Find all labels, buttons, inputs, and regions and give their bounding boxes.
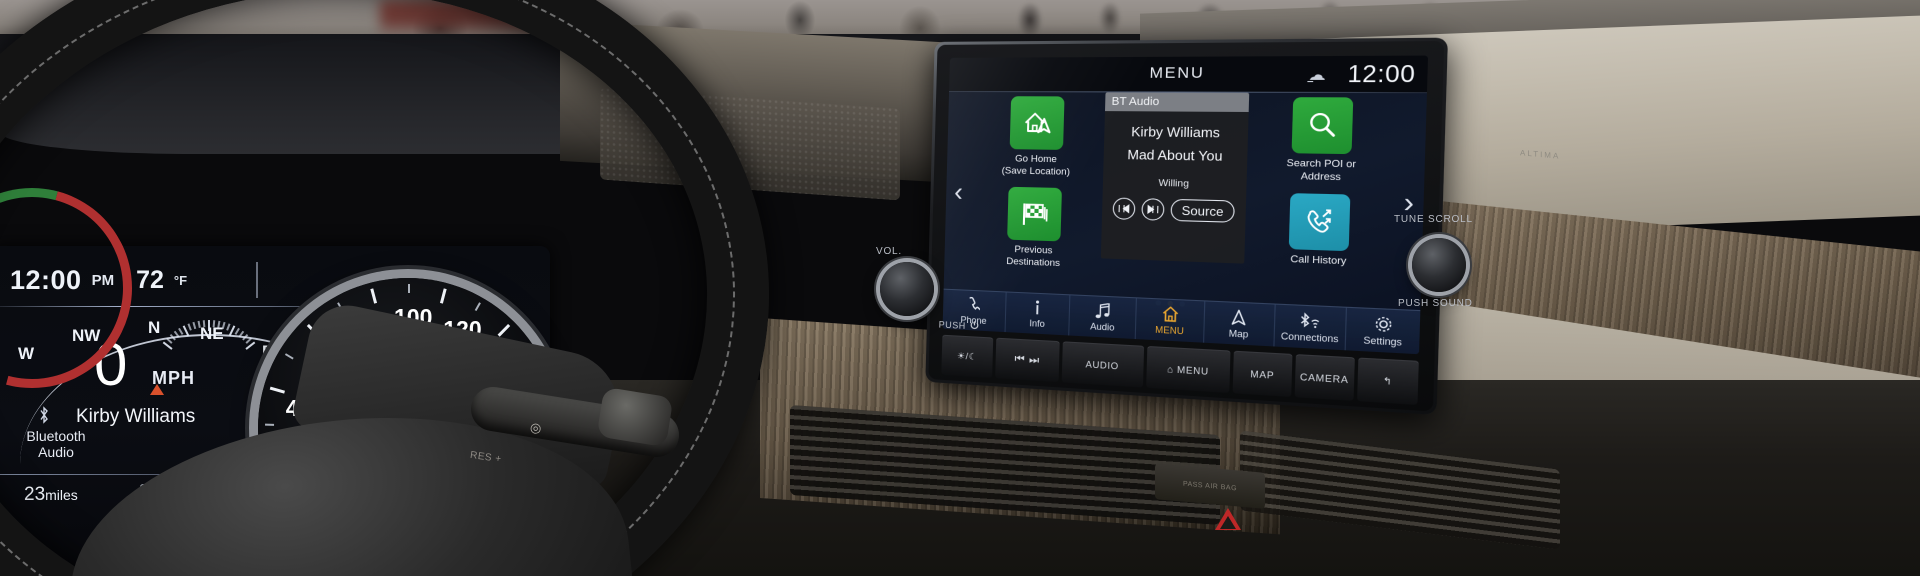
media-track-title: Mad About You — [1127, 146, 1223, 164]
media-source-button[interactable]: Source — [1170, 198, 1235, 223]
skip-previous-icon[interactable] — [1112, 197, 1136, 220]
power-button[interactable]: PUSH — [939, 318, 980, 332]
nav-item-connections[interactable]: Connections — [1274, 304, 1348, 351]
menu-tile-search-poi-label: Search POI or Address — [1259, 157, 1384, 184]
screen-status-bar: MENU 12:00 — [949, 55, 1429, 94]
menu-tile-previous-destinations-label: Previous Destinations — [978, 243, 1089, 271]
media-source-header: BT Audio — [1104, 92, 1250, 113]
menu-tile-call-history[interactable]: Call History — [1257, 193, 1384, 270]
info-icon — [1034, 299, 1042, 316]
menu-button[interactable]: ⌂ MENU — [1145, 345, 1231, 394]
media-controls: Source — [1102, 197, 1246, 223]
infotainment-screen[interactable]: MENU 12:00 ‹ › Go Home (Save Location) P… — [942, 55, 1429, 355]
power-button-label: PUSH — [938, 319, 967, 331]
home-icon — [1162, 305, 1179, 323]
phone-icon — [967, 296, 980, 313]
camera-button[interactable]: CAMERA — [1294, 354, 1355, 401]
screen-clock: 12:00 — [1347, 60, 1416, 88]
nav-item-audio[interactable]: Audio — [1069, 295, 1138, 340]
menu-tile-call-history-label: Call History — [1257, 253, 1382, 270]
weather-icon — [1307, 70, 1326, 86]
nav-item-settings[interactable]: Settings — [1346, 308, 1420, 354]
menu-tiles-left: Go Home (Save Location) Previous Destina… — [978, 96, 1094, 271]
infotainment-head-unit: MENU 12:00 ‹ › Go Home (Save Location) P… — [925, 37, 1448, 416]
menu-tile-search-poi[interactable]: Search POI or Address — [1259, 97, 1386, 184]
nav-item-settings-label: Settings — [1363, 334, 1403, 348]
media-widget[interactable]: BT Audio Kirby Williams Mad About You Wi… — [1100, 92, 1250, 264]
push-sound-label: PUSH SOUND — [1398, 298, 1473, 309]
nav-item-audio-label: Audio — [1090, 320, 1115, 333]
stalk-end-cap[interactable] — [596, 386, 674, 448]
audio-button[interactable]: AUDIO — [1061, 341, 1144, 388]
home-nav-icon — [1009, 96, 1065, 150]
nav-item-info[interactable]: Info — [1005, 292, 1071, 336]
gear-icon — [1374, 315, 1392, 333]
page-prev-arrow[interactable]: ‹ — [954, 176, 963, 206]
volume-knob-label: VOL. — [876, 246, 902, 257]
nav-item-menu-label: MENU — [1155, 323, 1185, 336]
checkered-flag-icon — [1007, 186, 1062, 242]
nav-item-map-label: Map — [1228, 327, 1249, 340]
go-home-label-line2: (Save Location) — [1001, 164, 1071, 178]
menu-tiles-right: Search POI or Address Call History — [1257, 97, 1387, 269]
menu-tile-go-home[interactable]: Go Home (Save Location) — [981, 96, 1094, 178]
skip-next-icon[interactable] — [1141, 198, 1165, 221]
audio-note-icon — [1095, 302, 1110, 319]
call-history-icon — [1288, 193, 1351, 252]
menu-tile-go-home-label: Go Home (Save Location) — [981, 153, 1093, 179]
nav-item-map[interactable]: Map — [1203, 301, 1276, 347]
nav-item-connections-label: Connections — [1280, 330, 1339, 344]
tune-scroll-knob[interactable] — [1412, 238, 1466, 292]
search-poi-label-line2: Address — [1300, 170, 1342, 183]
nav-item-menu[interactable]: MENU — [1135, 298, 1206, 343]
media-album: Willing — [1158, 177, 1190, 190]
tune-knob-label: TUNE SCROLL — [1394, 214, 1473, 225]
menu-page: ‹ › Go Home (Save Location) Previous Des… — [944, 92, 1427, 310]
menu-tile-previous-destinations[interactable]: Previous Destinations — [978, 186, 1091, 270]
dashboard-scene: PASS AIR BAG ALTIMA 12:00 PM 72 °F W NW … — [0, 0, 1920, 576]
track-skip-buttons[interactable]: ⏮ ⏭ — [995, 337, 1060, 383]
page-next-arrow[interactable]: › — [1403, 186, 1414, 219]
map-button[interactable]: MAP — [1232, 350, 1292, 397]
media-artist: Kirby Williams — [1130, 123, 1221, 141]
search-icon — [1291, 97, 1354, 155]
hazard-light-button[interactable] — [1215, 508, 1241, 530]
nav-item-info-label: Info — [1029, 317, 1045, 329]
bluetooth-wifi-icon — [1298, 312, 1321, 330]
call-history-label-line1: Call History — [1290, 253, 1347, 268]
display-off-button[interactable]: ☀/☾ — [941, 334, 994, 379]
power-icon — [970, 320, 980, 333]
map-arrow-icon — [1232, 309, 1247, 327]
volume-knob[interactable] — [880, 262, 934, 316]
back-button[interactable]: ↰ — [1356, 357, 1419, 405]
